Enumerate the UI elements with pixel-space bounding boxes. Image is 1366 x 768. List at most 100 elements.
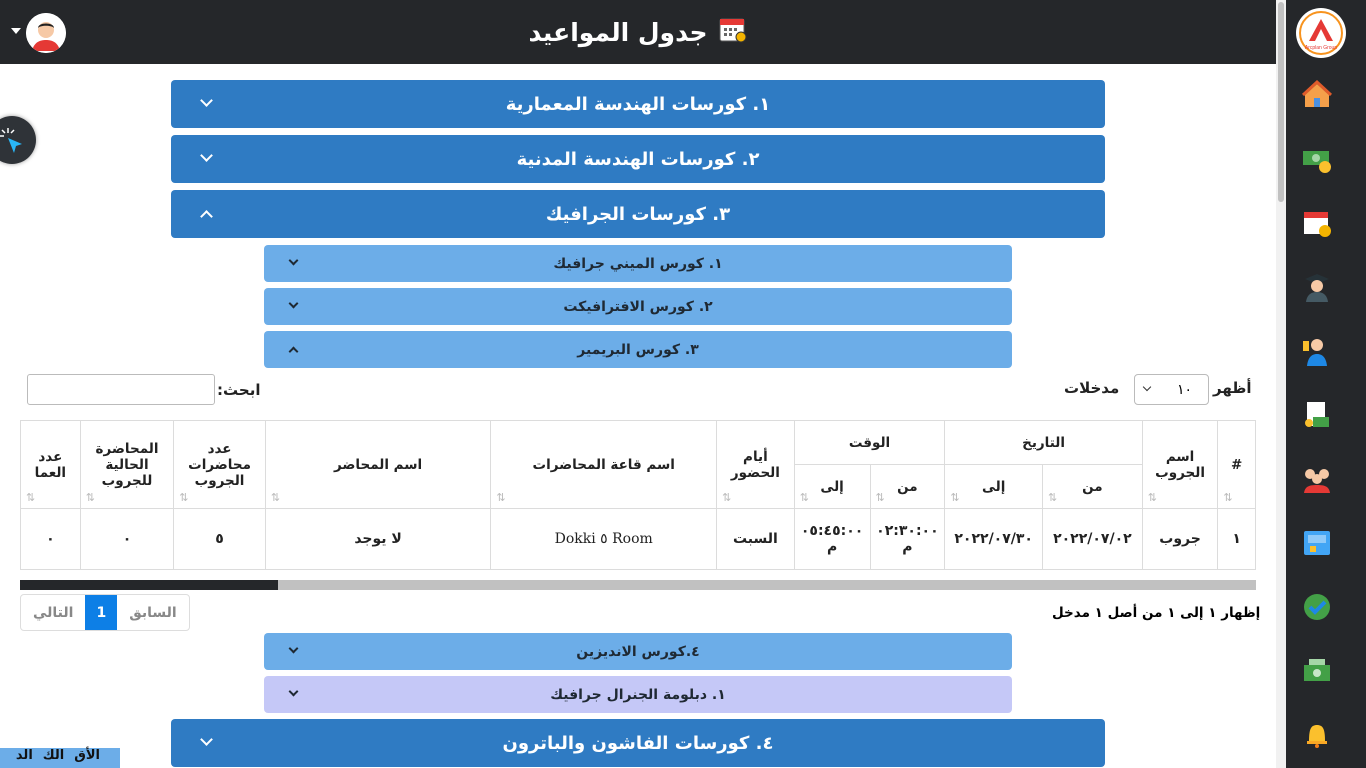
prev-button[interactable]: السابق xyxy=(117,595,188,630)
col-date-from[interactable]: من ⇅ xyxy=(1042,464,1143,509)
col-days[interactable]: أيام الحضور ⇅ xyxy=(716,420,795,509)
cash-register-icon[interactable] xyxy=(1300,654,1334,688)
header-label: إلى xyxy=(820,478,844,495)
cell-lectures-count: ٥ xyxy=(173,508,266,570)
chevron-down-icon xyxy=(288,298,299,309)
col-date-to[interactable]: إلى ⇅ xyxy=(944,464,1044,509)
col-group[interactable]: اسم الجروب ⇅ xyxy=(1141,420,1219,509)
chevron-down-icon xyxy=(288,255,299,266)
chevron-down-icon xyxy=(200,733,213,746)
header-label: أيام الحضور xyxy=(730,448,780,481)
header-label: عدد محاضرات الجروب xyxy=(188,440,251,489)
cell-current: ٠ xyxy=(79,508,175,570)
col-current[interactable]: المحاضرة الحالية للجروب ⇅ xyxy=(79,420,175,509)
receipt-icon[interactable] xyxy=(1300,398,1334,432)
section-architecture[interactable]: ١. كورسات الهندسة المعمارية xyxy=(171,80,1105,128)
cell-time-from: ٠٢:٣٠:٠٠ م xyxy=(869,508,946,570)
col-num[interactable]: # ⇅ xyxy=(1217,420,1256,509)
cell-time-to: ٠٥:٤٥:٠٠ م xyxy=(793,508,871,570)
header-label: اسم المحاضر xyxy=(333,456,423,473)
header-label: المحاضرة الحالية للجروب xyxy=(95,440,159,489)
cell-group: جروب xyxy=(1141,508,1219,570)
sort-icon: ⇅ xyxy=(1147,491,1157,504)
header-label: من xyxy=(1082,478,1103,495)
cell-hall: Room ٥ Dokki xyxy=(490,508,718,570)
home-icon[interactable] xyxy=(1300,78,1334,112)
classroom-icon[interactable] xyxy=(1300,526,1334,560)
header-label: اسم الجروب xyxy=(1155,448,1205,481)
col-time-to[interactable]: إلى ⇅ xyxy=(793,464,871,509)
subsection-label: ٣. كورس البريمير xyxy=(577,341,699,358)
sort-icon: ⇅ xyxy=(799,491,809,504)
subsection-indesign[interactable]: ٤.كورس الانديزين xyxy=(264,633,1012,670)
subsection-label: ١. كورس الميني جرافيك xyxy=(553,255,723,272)
show-label: أظهر xyxy=(1213,379,1252,397)
group-icon[interactable] xyxy=(1300,462,1334,496)
vertical-scrollbar[interactable] xyxy=(1276,0,1286,768)
search-label: ابحث: xyxy=(217,381,261,399)
sort-icon: ⇅ xyxy=(496,491,506,504)
sort-icon: ⇅ xyxy=(179,491,189,504)
scrollbar-track[interactable] xyxy=(20,580,278,590)
bottom-tab[interactable]: الأق xyxy=(74,748,100,768)
schedule-table-wrapper: # ⇅ اسم الجروب ⇅ التاريخ الوقت أيام الحضور… xyxy=(20,420,1256,580)
check-badge-icon[interactable] xyxy=(1300,590,1334,624)
col-lecturer[interactable]: اسم المحاضر ⇅ xyxy=(264,420,492,509)
cell-days: السبت xyxy=(716,508,795,570)
header-label: الوقت xyxy=(848,434,891,451)
section-label: ٢. كورسات الهندسة المدنية xyxy=(516,148,760,170)
sort-icon: ⇅ xyxy=(875,491,885,504)
sort-icon: ⇅ xyxy=(1048,491,1058,504)
bottom-tab[interactable]: الك xyxy=(43,748,64,768)
col-hall[interactable]: اسم قاعة المحاضرات ⇅ xyxy=(490,420,718,509)
top-bar: جدول المواعيد xyxy=(0,0,1276,64)
cell-workers: ٠ xyxy=(20,508,81,570)
instructor-icon[interactable] xyxy=(1300,334,1334,368)
section-fashion[interactable]: ٤. كورسات الفاشون والباترون xyxy=(171,719,1105,767)
header-label: # xyxy=(1231,456,1243,473)
subsection-after-effects[interactable]: ٢. كورس الافترافيكت xyxy=(264,288,1012,325)
horizontal-scrollbar[interactable] xyxy=(20,580,1256,590)
bell-icon[interactable] xyxy=(1300,718,1334,752)
subsection-premiere[interactable]: ٣. كورس البريمير xyxy=(264,331,1012,368)
chevron-up-icon xyxy=(200,210,213,223)
page-size-select[interactable]: ١٠ xyxy=(1134,374,1209,405)
section-label: ١. كورسات الهندسة المعمارية xyxy=(505,93,771,115)
section-civil[interactable]: ٢. كورسات الهندسة المدنية xyxy=(171,135,1105,183)
subsection-label: ١. دبلومة الجنرال جرافيك xyxy=(550,686,726,703)
chevron-down-icon xyxy=(288,686,299,697)
header-label: اسم قاعة المحاضرات xyxy=(532,456,675,473)
col-date: التاريخ xyxy=(944,420,1143,465)
money-icon[interactable] xyxy=(1300,142,1334,176)
table-info: إظهار ١ إلى ١ من أصل ١ مدخل xyxy=(1052,605,1261,621)
chevron-down-icon xyxy=(200,149,213,162)
cell-num: ١ xyxy=(1217,508,1256,570)
graduate-icon[interactable] xyxy=(1300,270,1334,304)
bottom-tab-strip: الأق الك الد xyxy=(0,748,120,768)
subsection-general-graphic-diploma[interactable]: ١. دبلومة الجنرال جرافيك xyxy=(264,676,1012,713)
entries-label: مدخلات xyxy=(1064,379,1120,397)
cell-date-from: ٢٠٢٢/٠٧/٠٢ xyxy=(1042,508,1143,570)
section-label: ٣. كورسات الجرافيك xyxy=(545,203,731,225)
bottom-tab[interactable]: الد xyxy=(16,748,33,768)
pagination: السابق 1 التالي xyxy=(20,594,190,631)
sort-icon: ⇅ xyxy=(950,491,960,504)
col-lectures-count[interactable]: عدد محاضرات الجروب ⇅ xyxy=(173,420,266,509)
next-button[interactable]: التالي xyxy=(21,595,85,630)
page-title-text: جدول المواعيد xyxy=(528,17,708,47)
sort-icon: ⇅ xyxy=(722,491,732,504)
accessibility-float-button[interactable] xyxy=(0,116,36,164)
search-input[interactable] xyxy=(27,374,215,405)
cell-lecturer: لا يوجد xyxy=(264,508,492,570)
section-graphics[interactable]: ٣. كورسات الجرافيك xyxy=(171,190,1105,238)
subsection-label: ٤.كورس الانديزين xyxy=(576,643,700,660)
chevron-down-icon xyxy=(288,643,299,654)
company-logo[interactable]: Arcplan Group xyxy=(1296,8,1346,58)
page-1-button[interactable]: 1 xyxy=(85,595,118,630)
chevron-up-icon xyxy=(288,346,299,357)
calendar-clock-icon[interactable] xyxy=(1300,206,1334,240)
sort-icon: ⇅ xyxy=(26,491,36,504)
subsection-mini-graphic[interactable]: ١. كورس الميني جرافيك xyxy=(264,245,1012,282)
col-time-from[interactable]: من ⇅ xyxy=(869,464,946,509)
col-workers[interactable]: عدد العما ⇅ xyxy=(20,420,81,509)
